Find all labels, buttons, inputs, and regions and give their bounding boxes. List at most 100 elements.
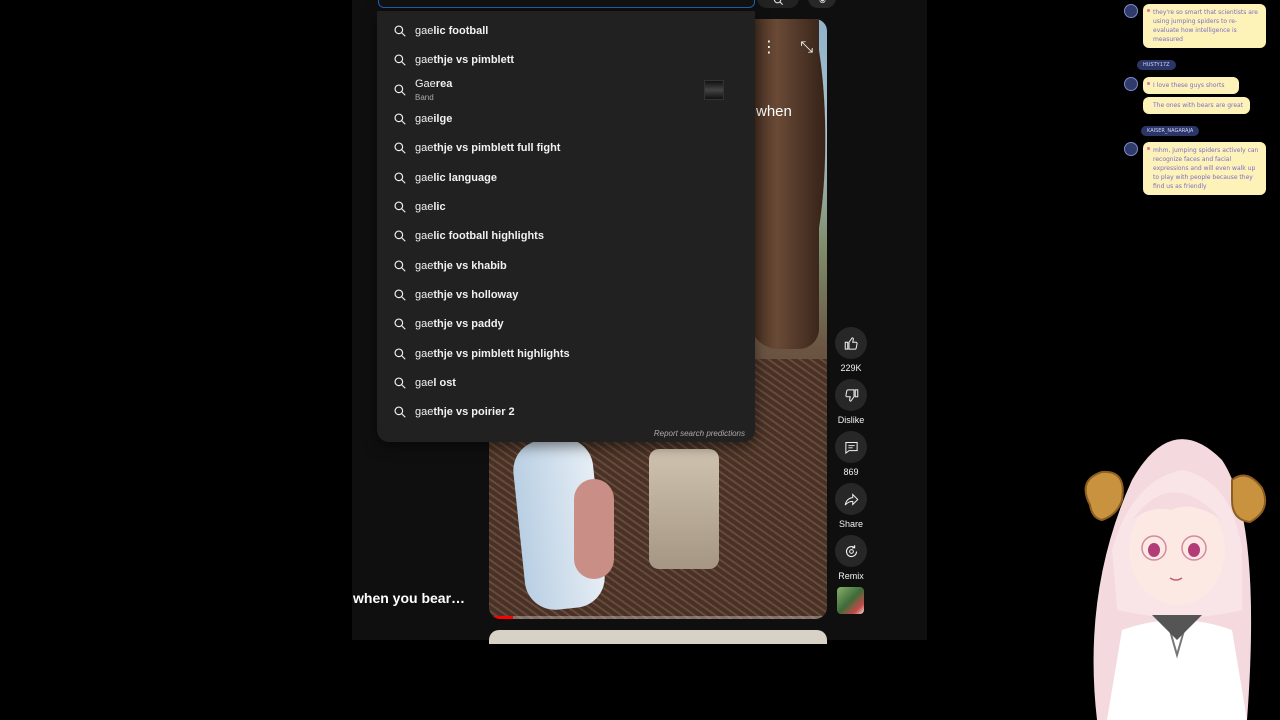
suggestion-match: gae: [415, 376, 434, 389]
search-suggestion-text: gaeilge: [415, 113, 452, 125]
search-suggestion-text: gaethje vs holloway: [415, 289, 518, 301]
chat-message-text: they're so smart that scientists are usi…: [1153, 9, 1258, 43]
search-suggestion-text: Gaerea: [415, 78, 452, 90]
search-icon: [394, 25, 406, 37]
search-suggestion-text: gaelic football highlights: [415, 230, 544, 242]
microphone-icon: [819, 0, 825, 4]
like-count: 229K: [840, 363, 862, 373]
search-suggestion[interactable]: gaelic football: [377, 16, 755, 45]
suggestion-completion: l ost: [433, 376, 456, 389]
suggestion-match: gae: [415, 288, 434, 301]
suggestion-match: gae: [415, 200, 434, 213]
suggestion-match: gae: [415, 112, 434, 125]
chat-avatar-icon: [1124, 142, 1138, 156]
search-suggestion-text: gaelic football: [415, 25, 488, 37]
search-suggestion[interactable]: gaethje vs pimblett: [377, 45, 755, 74]
search-suggestion[interactable]: gaelic: [377, 192, 755, 221]
report-search-predictions-link[interactable]: Report search predictions: [654, 429, 745, 438]
search-suggestion[interactable]: gaethje vs pimblett full fight: [377, 133, 755, 162]
search-button[interactable]: [757, 0, 799, 8]
video-caption: when: [756, 103, 792, 120]
share-label: Share: [838, 519, 864, 529]
thumbs-down-icon: [844, 388, 858, 402]
suggestion-completion: lic language: [433, 171, 497, 184]
search-suggestion[interactable]: Gaerea Band: [377, 75, 755, 104]
chat-username: HUSTY17Z: [1137, 60, 1176, 70]
suggestion-match: gae: [415, 347, 434, 360]
search-icon: [394, 377, 406, 389]
comments-button[interactable]: 869: [834, 431, 868, 477]
suggestion-completion: lic football: [433, 24, 489, 37]
more-options-icon[interactable]: ⋮: [761, 37, 777, 56]
like-button[interactable]: 229K: [834, 327, 868, 373]
search-icon: [394, 142, 406, 154]
search-suggestion-text: gaelic language: [415, 172, 497, 184]
video-progress-bar[interactable]: [489, 616, 827, 619]
chat-message-text: I love these guys shorts: [1153, 82, 1225, 89]
suggestion-match: gae: [415, 171, 434, 184]
video-frame-legs: [649, 449, 719, 569]
chat-avatar-icon: [1124, 4, 1138, 18]
suggestion-match: gae: [415, 259, 434, 272]
chat-username: KAISER_NAGARAJA: [1141, 126, 1200, 136]
vtuber-avatar: [1084, 439, 1266, 720]
suggestion-completion: rea: [435, 78, 453, 90]
suggestion-completion: thje vs pimblett highlights: [433, 347, 570, 360]
remix-icon: [845, 544, 857, 557]
chat-message-text: mhm, jumping spiders actively can recogn…: [1153, 147, 1259, 190]
search-suggestion-text: gaethje vs pimblett full fight: [415, 142, 560, 154]
search-suggestion-text: gaethje vs poirier 2: [415, 406, 515, 418]
dislike-button[interactable]: Dislike: [834, 379, 868, 425]
suggestion-completion: ilge: [433, 112, 453, 125]
search-suggestion[interactable]: gaethje vs holloway: [377, 280, 755, 309]
search-icon: [394, 406, 406, 418]
video-frame-fingers: [574, 479, 614, 579]
remix-label: Remix: [838, 571, 864, 581]
suggestion-completion: lic: [433, 200, 446, 213]
search-icon: [394, 230, 406, 242]
search-suggestion[interactable]: gaethje vs pimblett highlights: [377, 339, 755, 368]
fullscreen-icon[interactable]: ⤡: [800, 37, 813, 57]
suggestion-match: gae: [415, 24, 434, 37]
search-suggestion[interactable]: gaethje vs khabib: [377, 251, 755, 280]
search-suggestion-text: gaethje vs pimblett highlights: [415, 348, 570, 360]
suggestion-completion: thje vs pimblett full fight: [433, 141, 561, 154]
video-frame-tree: [749, 19, 819, 349]
suggestion-completion: thje vs holloway: [433, 288, 519, 301]
search-suggestion[interactable]: gael ost: [377, 368, 755, 397]
suggestion-completion: thje vs poirier 2: [433, 405, 515, 418]
dislike-label: Dislike: [837, 415, 865, 425]
suggestion-completion: lic football highlights: [433, 229, 544, 242]
search-icon: [394, 113, 406, 125]
next-short-preview[interactable]: [489, 630, 827, 644]
search-suggestion[interactable]: gaelic football highlights: [377, 221, 755, 250]
search-icon: [773, 0, 783, 6]
suggestion-completion: thje vs pimblett: [433, 53, 515, 66]
search-icon: [394, 348, 406, 360]
chat-message: mhm, jumping spiders actively can recogn…: [1143, 142, 1266, 195]
search-suggestions-dropdown: gaelic football gaethje vs pimblett Gaerea…: [377, 11, 755, 442]
chat-message-text: The ones with bears are great: [1153, 102, 1244, 109]
suggestion-match: gae: [415, 141, 434, 154]
suggestion-match: Gae: [415, 78, 436, 90]
search-suggestion[interactable]: gaeilge: [377, 104, 755, 133]
search-icon: [394, 289, 406, 301]
video-progress-fill: [489, 616, 513, 619]
search-suggestion[interactable]: gaethje vs poirier 2: [377, 397, 755, 426]
search-suggestion[interactable]: gaelic language: [377, 163, 755, 192]
band-thumbnail: [704, 80, 724, 100]
suggestion-match: gae: [415, 405, 434, 418]
share-button[interactable]: Share: [834, 483, 868, 529]
suggestion-subtitle: Band: [415, 93, 434, 102]
channel-thumbnail[interactable]: [837, 587, 864, 614]
search-suggestion[interactable]: gaethje vs paddy: [377, 309, 755, 338]
search-suggestion-text: gael ost: [415, 377, 456, 389]
search-icon: [394, 84, 406, 96]
search-suggestion-text: gaethje vs paddy: [415, 318, 504, 330]
search-icon: [394, 201, 406, 213]
search-suggestion-text: gaethje vs pimblett: [415, 54, 514, 66]
video-title[interactable]: when you bear…: [353, 590, 465, 606]
search-input[interactable]: [378, 0, 755, 8]
suggestion-match: gae: [415, 53, 434, 66]
remix-button[interactable]: Remix: [834, 535, 868, 581]
